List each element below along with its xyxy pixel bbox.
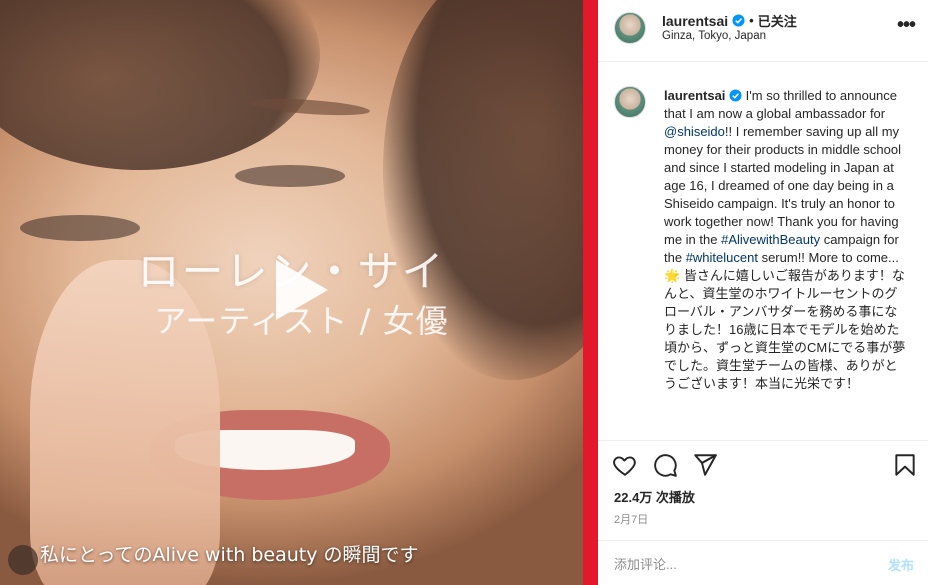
video-frame-hair bbox=[0, 0, 320, 170]
comment-input[interactable] bbox=[614, 553, 864, 575]
caption-section: laurentsai I'm so thrilled to announce t… bbox=[598, 63, 928, 441]
bookmark-icon[interactable] bbox=[892, 452, 918, 478]
post-actions bbox=[598, 452, 928, 484]
more-horizontal-icon[interactable]: ••• bbox=[894, 15, 918, 38]
post-panel: laurentsai • 已关注 Ginza, Tokyo, Japan •••… bbox=[598, 0, 928, 585]
location-link[interactable]: Ginza, Tokyo, Japan bbox=[662, 30, 766, 42]
caption-speaker-icon bbox=[8, 545, 38, 575]
verified-icon bbox=[729, 89, 742, 102]
comment-icon[interactable] bbox=[652, 452, 678, 478]
avatar[interactable] bbox=[614, 86, 646, 118]
accent-divider bbox=[583, 0, 598, 585]
post-button[interactable]: 发布 bbox=[888, 555, 914, 574]
hashtag-link[interactable]: #AlivewithBeauty bbox=[721, 232, 820, 247]
mention-link[interactable]: @shiseido bbox=[664, 124, 725, 139]
caption-japanese-text: 皆さんに嬉しいご報告があります！なんと、資生堂のホワイトルーセントのグローバル・… bbox=[664, 268, 906, 391]
post-date[interactable]: 2月7日 bbox=[614, 511, 648, 527]
view-count[interactable]: 22.4万 次播放 bbox=[614, 487, 695, 506]
video-caption: 私にとってのAlive with beauty の瞬間です bbox=[40, 544, 419, 566]
separator-dot: • bbox=[749, 13, 754, 28]
send-icon[interactable] bbox=[692, 452, 718, 478]
hashtag-link[interactable]: #whitelucent bbox=[686, 250, 758, 265]
play-icon[interactable] bbox=[258, 250, 338, 330]
post-header: laurentsai • 已关注 Ginza, Tokyo, Japan ••• bbox=[598, 0, 928, 62]
avatar[interactable] bbox=[614, 12, 646, 44]
comment-bar: 发布 bbox=[598, 540, 928, 585]
caption-text-part: serum!! More to come... bbox=[757, 250, 899, 265]
caption-text-part: !! I remember saving up all my money for… bbox=[664, 124, 902, 247]
caption-text: laurentsai I'm so thrilled to announce t… bbox=[664, 87, 908, 393]
verified-icon bbox=[732, 14, 745, 27]
caption-username[interactable]: laurentsai bbox=[664, 88, 725, 103]
username-link[interactable]: laurentsai bbox=[662, 13, 728, 29]
heart-icon[interactable] bbox=[612, 452, 638, 478]
video-player[interactable]: ローレン・サイ アーティスト / 女優 私にとってのAlive with bea… bbox=[0, 0, 583, 585]
post-author: laurentsai • 已关注 bbox=[662, 11, 797, 30]
star-emoji: 🌟 bbox=[664, 268, 681, 283]
video-frame-eye-right bbox=[235, 165, 345, 187]
following-button[interactable]: 已关注 bbox=[758, 11, 797, 30]
